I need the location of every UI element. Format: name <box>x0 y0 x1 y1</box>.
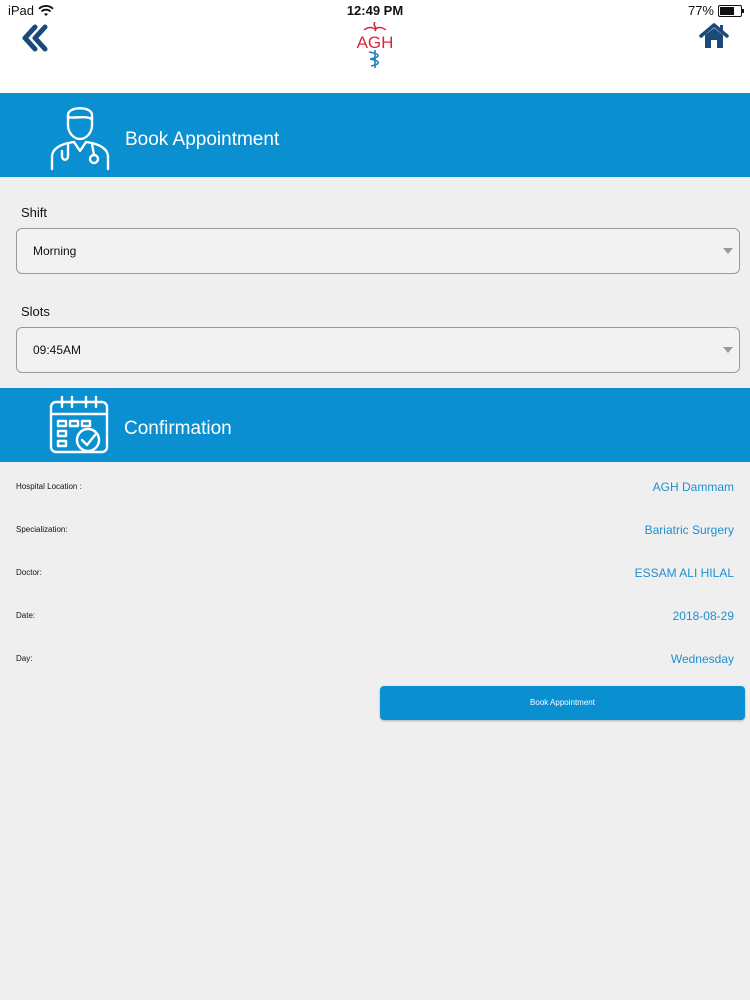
book-appointment-header: Book Appointment <box>0 93 750 177</box>
confirmation-row-date: Date: 2018-08-29 <box>0 609 750 631</box>
battery-percent: 77% <box>687 3 714 18</box>
specialization-label: Specialization: <box>16 525 68 534</box>
doctor-value: ESSAM ALI HILAL <box>634 566 734 580</box>
home-icon <box>699 23 729 48</box>
status-time: 12:49 PM <box>346 3 404 18</box>
doctor-label: Doctor: <box>16 568 42 577</box>
battery-fill <box>720 6 734 15</box>
date-label: Date: <box>16 611 36 620</box>
status-right: 77% <box>687 3 744 18</box>
battery-icon <box>718 4 744 17</box>
double-chevron-left-icon <box>22 24 48 52</box>
confirmation-header: Confirmation <box>0 388 750 462</box>
book-appointment-title: Book Appointment <box>125 129 280 150</box>
confirmation-row-day: Day: Wednesday <box>0 652 750 674</box>
hospital-location-value: AGH Dammam <box>652 480 734 494</box>
book-appointment-button[interactable]: Book Appointment <box>380 686 745 720</box>
specialization-value: Bariatric Surgery <box>644 523 734 537</box>
confirmation-row-specialization: Specialization: Bariatric Surgery <box>0 523 750 545</box>
chevron-down-icon <box>723 248 733 254</box>
day-label: Day: <box>16 654 33 663</box>
slots-value: 09:45AM <box>33 343 82 357</box>
day-value: Wednesday <box>670 652 734 666</box>
back-button[interactable] <box>20 24 52 52</box>
status-bar: iPad 12:49 PM 77% <box>0 0 750 22</box>
confirmation-row-hospital-location: Hospital Location : AGH Dammam <box>0 480 750 502</box>
calendar-check-icon <box>49 395 109 454</box>
confirmation-title: Confirmation <box>124 418 232 439</box>
home-button[interactable] <box>698 22 730 50</box>
confirmation-row-doctor: Doctor: ESSAM ALI HILAL <box>0 566 750 588</box>
shift-value: Morning <box>33 244 77 258</box>
slots-label: Slots <box>21 304 50 319</box>
hospital-location-label: Hospital Location : <box>16 482 82 491</box>
agh-logo: AGH <box>350 21 400 70</box>
doctor-icon <box>50 107 110 171</box>
date-value: 2018-08-29 <box>672 609 734 623</box>
shift-select[interactable]: Morning <box>16 228 740 274</box>
logo-text: AGH <box>357 33 394 52</box>
chevron-down-icon <box>723 347 733 353</box>
slots-select[interactable]: 09:45AM <box>16 327 740 373</box>
shift-label: Shift <box>21 205 48 220</box>
nav-bar: AGH <box>0 21 750 93</box>
